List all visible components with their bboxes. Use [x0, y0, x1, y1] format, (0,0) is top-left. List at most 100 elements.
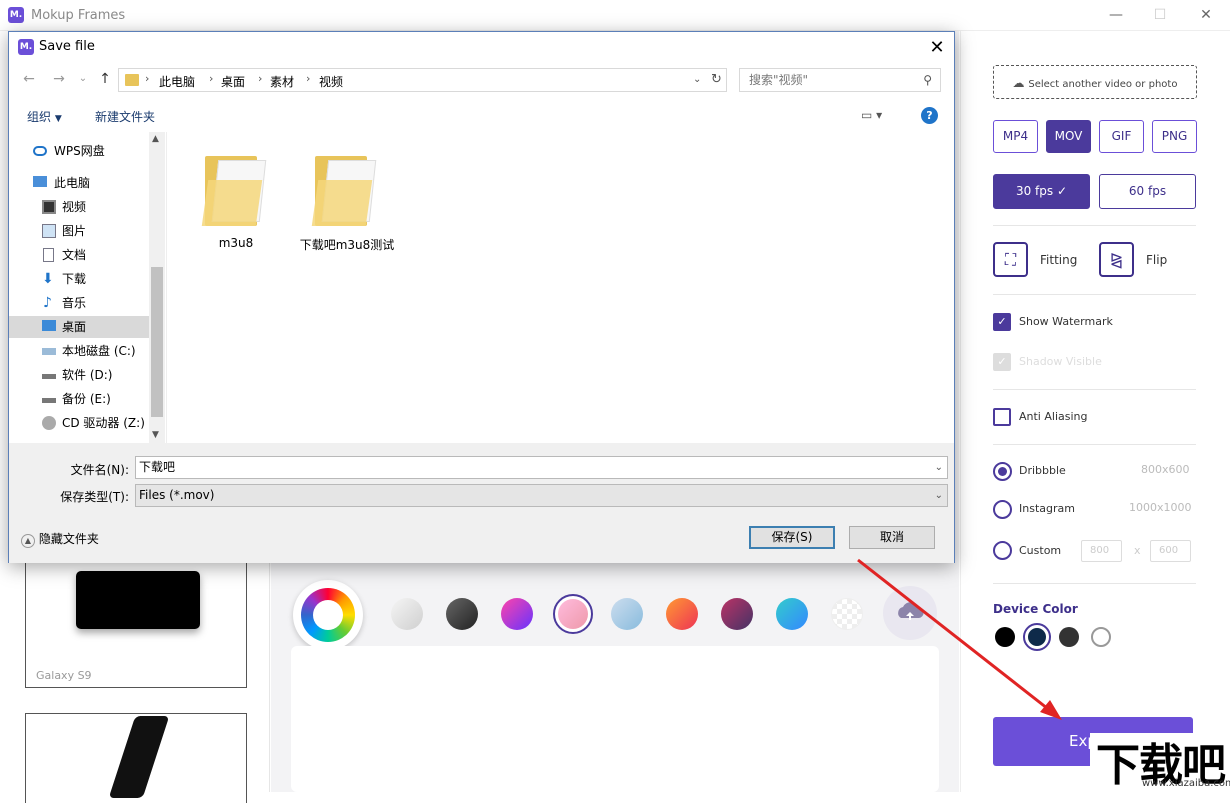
format-mp4-button[interactable]: MP4 — [993, 120, 1038, 153]
filename-input[interactable]: 下载吧 ⌄ — [135, 456, 948, 479]
anti-aliasing-checkbox[interactable] — [993, 408, 1011, 426]
color-wheel-button[interactable] — [293, 580, 363, 650]
format-gif-button[interactable]: GIF — [1099, 120, 1144, 153]
music-icon: ♪ — [43, 295, 52, 311]
swatch-light-blue[interactable] — [611, 598, 643, 630]
scroll-down-icon[interactable]: ▼ — [152, 430, 159, 440]
cancel-button[interactable]: 取消 — [849, 526, 935, 549]
device-color-graphite[interactable] — [1059, 627, 1079, 647]
chevron-down-icon[interactable]: ⌄ — [935, 457, 943, 478]
upload-background-button[interactable] — [883, 586, 937, 640]
save-button[interactable]: 保存(S) — [749, 526, 835, 549]
nav-item-label: 下载 — [62, 272, 87, 286]
nav-item-drive-c[interactable]: 本地磁盘 (C:) — [9, 340, 149, 362]
swatch-pink-purple[interactable] — [501, 598, 533, 630]
minimize-button[interactable]: — — [1106, 5, 1126, 25]
size-custom-label: Custom — [1019, 544, 1062, 557]
fps-30-button[interactable]: 30 fps ✓ — [993, 174, 1090, 209]
device-color-white[interactable] — [1091, 627, 1111, 647]
drive-icon — [42, 374, 56, 379]
close-button[interactable]: ✕ — [1196, 5, 1216, 25]
flip-label[interactable]: Flip — [1146, 253, 1167, 267]
swatch-wine[interactable] — [721, 598, 753, 630]
nav-item-pictures[interactable]: 图片 — [9, 220, 149, 242]
nav-item-desktop[interactable]: 桌面 — [9, 316, 149, 338]
swatch-selected[interactable] — [553, 594, 593, 634]
back-arrow-icon[interactable]: ← — [19, 69, 39, 89]
custom-width-input[interactable]: 800 — [1081, 540, 1122, 562]
fitting-icon[interactable]: ⛶ — [993, 242, 1028, 277]
custom-height-input[interactable]: 600 — [1150, 540, 1191, 562]
device-color-navy-selected[interactable] — [1023, 623, 1051, 651]
nav-item-label: 此电脑 — [54, 176, 91, 190]
swatch-dark-gray[interactable] — [446, 598, 478, 630]
device-card-galaxy-s9[interactable]: Galaxy S9 — [25, 562, 247, 688]
view-options-icon[interactable]: ▭ ▾ — [861, 108, 882, 122]
hide-folders-toggle[interactable]: ▲ 隐藏文件夹 — [21, 530, 99, 548]
nav-item-label: 视频 — [62, 200, 87, 214]
maximize-button[interactable]: ☐ — [1150, 5, 1170, 25]
device-card[interactable] — [25, 713, 247, 803]
select-media-label: Select another video or photo — [1028, 79, 1178, 90]
organize-menu[interactable]: 组织 ▼ — [27, 108, 62, 125]
drive-icon — [42, 348, 56, 355]
anti-aliasing-label: Anti Aliasing — [1019, 410, 1088, 423]
breadcrumb-item[interactable]: 此电脑 — [159, 73, 195, 90]
size-instagram-radio[interactable] — [993, 500, 1012, 519]
nav-item-music[interactable]: ♪ 音乐 — [9, 292, 149, 314]
breadcrumb-item[interactable]: 视频 — [319, 73, 343, 90]
divider — [993, 583, 1196, 584]
filetype-label: 保存类型(T): — [60, 490, 129, 504]
fitting-label[interactable]: Fitting — [1040, 253, 1077, 267]
filename-value: 下载吧 — [139, 460, 176, 474]
swatch-orange[interactable] — [666, 598, 698, 630]
fps-30-label: 30 fps — [1015, 184, 1054, 198]
address-dropdown-icon[interactable]: ⌄ — [693, 74, 701, 85]
search-input[interactable]: 搜索"视频" ⚲ — [739, 68, 941, 92]
size-dribbble-radio[interactable] — [993, 462, 1012, 481]
address-bar[interactable]: › 此电脑 › 桌面 › 素材 › 视频 ⌄ ↻ — [118, 68, 727, 92]
dialog-close-button[interactable]: ✕ — [927, 37, 947, 58]
breadcrumb-item[interactable]: 桌面 — [221, 73, 245, 90]
device-color-black[interactable] — [995, 627, 1015, 647]
refresh-icon[interactable]: ↻ — [711, 72, 722, 87]
help-icon[interactable]: ? — [921, 107, 938, 124]
nav-item-drive-z[interactable]: CD 驱动器 (Z:) — [9, 412, 149, 434]
nav-item-this-pc[interactable]: 此电脑 — [9, 172, 149, 194]
show-watermark-checkbox[interactable]: ✓ — [993, 313, 1011, 331]
up-arrow-icon[interactable]: ↑ — [95, 69, 115, 89]
nav-item-drive-d[interactable]: 软件 (D:) — [9, 364, 149, 386]
nav-item-drive-e[interactable]: 备份 (E:) — [9, 388, 149, 410]
recent-dropdown-icon[interactable]: ⌄ — [73, 69, 93, 89]
device-label: Galaxy S9 — [36, 669, 92, 682]
select-media-button[interactable]: ☁ Select another video or photo — [993, 65, 1197, 99]
format-png-button[interactable]: PNG — [1152, 120, 1197, 153]
nav-item-videos[interactable]: 视频 — [9, 196, 149, 218]
flip-icon[interactable]: ⧎ — [1099, 242, 1134, 277]
nav-scrollbar[interactable]: ▲ ▼ — [149, 132, 165, 443]
swatch-cyan-blue[interactable] — [776, 598, 808, 630]
chevron-up-icon: ▲ — [21, 534, 35, 548]
size-custom-radio[interactable] — [993, 541, 1012, 560]
folder-item[interactable] — [201, 150, 269, 230]
custom-size-separator: x — [1134, 544, 1141, 557]
shadow-visible-checkbox[interactable]: ✓ — [993, 353, 1011, 371]
file-list: m3u8 下载吧m3u8测试 — [166, 132, 954, 443]
scroll-thumb[interactable] — [151, 267, 163, 417]
forward-arrow-icon[interactable]: → — [49, 69, 69, 89]
swatch-light-gray[interactable] — [391, 598, 423, 630]
filetype-select[interactable]: Files (*.mov) ⌄ — [135, 484, 948, 507]
nav-item-wps[interactable]: WPS网盘 — [9, 140, 149, 162]
nav-item-label: WPS网盘 — [54, 144, 105, 158]
settings-panel: ☁ Select another video or photo MP4 MOV … — [960, 31, 1230, 792]
scroll-up-icon[interactable]: ▲ — [152, 134, 159, 144]
format-mov-button[interactable]: MOV — [1046, 120, 1091, 153]
swatch-transparent[interactable] — [831, 598, 863, 630]
breadcrumb-item[interactable]: 素材 — [270, 73, 294, 90]
picture-icon — [42, 224, 56, 238]
fps-60-button[interactable]: 60 fps — [1099, 174, 1196, 209]
folder-item[interactable] — [311, 150, 379, 230]
nav-item-downloads[interactable]: ⬇ 下载 — [9, 268, 149, 290]
nav-item-documents[interactable]: 文档 — [9, 244, 149, 266]
new-folder-button[interactable]: 新建文件夹 — [95, 108, 155, 125]
